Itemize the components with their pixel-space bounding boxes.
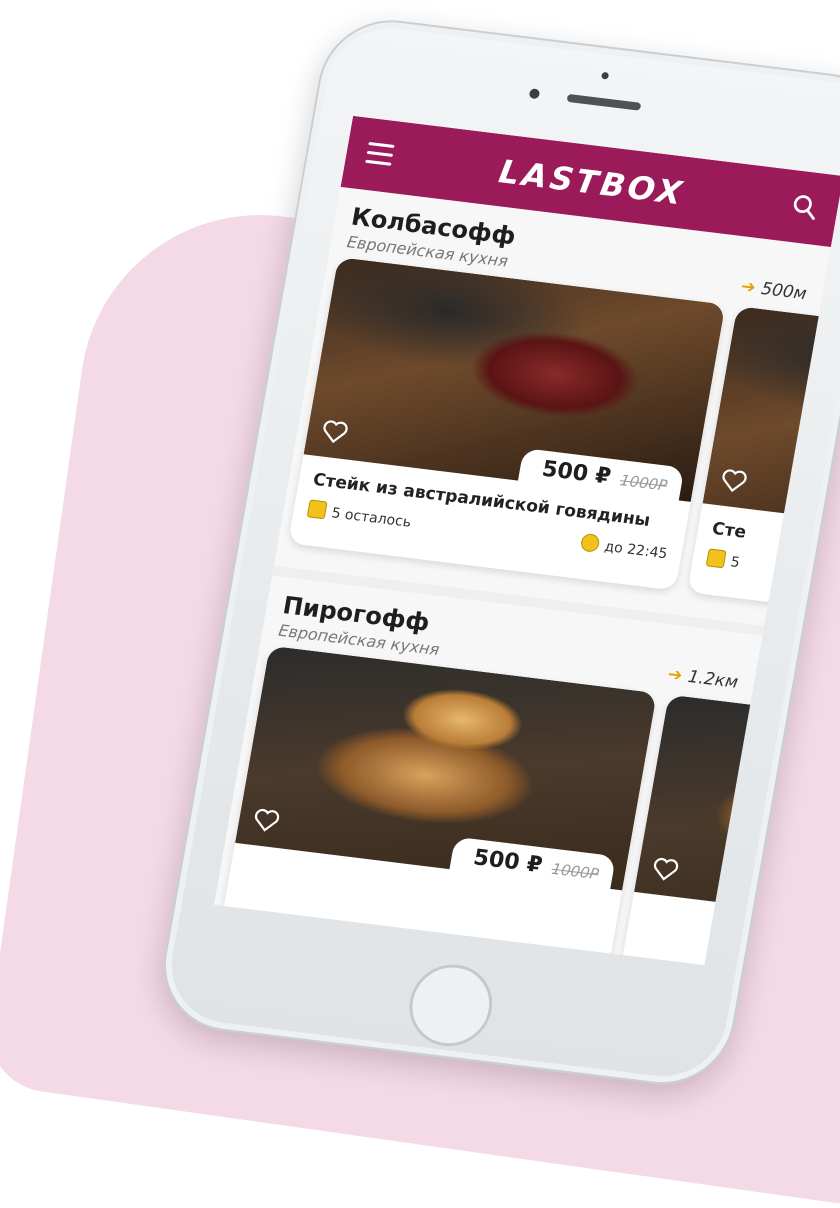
- heart-icon[interactable]: [650, 856, 680, 883]
- phone-mockup: LASTBOX Колбасофф Европейская кухня ➔ 500…: [152, 12, 840, 1093]
- heart-icon[interactable]: [719, 468, 749, 495]
- price: 500 ₽: [471, 845, 545, 879]
- restaurant-section: Колбасофф Европейская кухня ➔ 500м 500 ₽…: [273, 186, 840, 640]
- price: 500 ₽: [540, 456, 613, 490]
- dish-carousel[interactable]: 500 ₽1000Р Стейк из австралийской говяди…: [276, 256, 840, 640]
- restaurant-section: Пирогофф Европейская кухня ➔ 1.2км 500 ₽…: [214, 575, 840, 965]
- remaining-count: 5: [705, 548, 742, 572]
- dish-card[interactable]: 500 ₽1000Р Стейк из австралийской говяди…: [287, 257, 726, 591]
- dish-meta: 5: [691, 543, 840, 616]
- pickup-time: до 22:45: [579, 532, 669, 563]
- heart-icon[interactable]: [320, 419, 350, 446]
- arrow-right-icon: ➔: [666, 664, 684, 686]
- remaining-text: 5: [729, 554, 741, 572]
- clock-icon: [579, 532, 601, 553]
- search-icon[interactable]: [789, 192, 819, 221]
- box-icon: [306, 499, 328, 520]
- arrow-right-icon: ➔: [739, 276, 758, 298]
- old-price: 1000Р: [550, 859, 601, 884]
- price-tag: 500 ₽1000Р: [448, 836, 616, 891]
- old-price: 1000Р: [618, 471, 669, 495]
- heart-icon[interactable]: [251, 807, 281, 834]
- remaining-text: 5 осталось: [330, 505, 413, 531]
- box-icon: [705, 548, 727, 569]
- pickup-time-text: до 22:45: [603, 538, 669, 563]
